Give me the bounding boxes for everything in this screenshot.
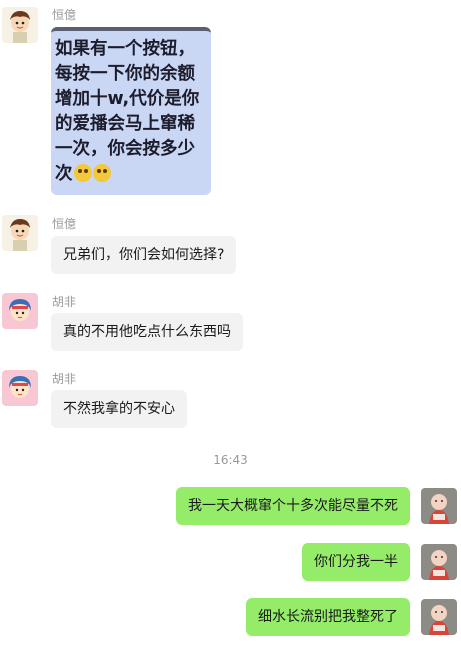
cartoon-boy-avatar-icon [2, 215, 38, 251]
avatar-self[interactable] [421, 488, 457, 524]
sender-name: 胡非 [52, 295, 77, 309]
flushed-face-emoji-icon [73, 164, 92, 182]
image-caption: 如果有一个按钮，每按一下你的余额增加十w,代价是你的爱播会马上窜稀一次，你会按多… [55, 39, 200, 184]
sender-name: 恒億 [52, 217, 77, 231]
incoming-message[interactable]: 不然我拿的不安心 [51, 390, 187, 428]
outgoing-message[interactable]: 我一天大概窜个十多次能尽量不死 [176, 487, 410, 525]
outgoing-message[interactable]: 你们分我一半 [302, 543, 410, 581]
chat-window: 恒億 如果有一个按钮，每按一下你的余额增加十w,代价是你的爱播会马上窜稀一次，你… [0, 0, 461, 659]
avatar-hufei[interactable] [2, 370, 38, 406]
avatar-hengyi[interactable] [2, 215, 38, 251]
cartoon-girl-avatar-icon [2, 370, 38, 406]
image-message-text: 如果有一个按钮，每按一下你的余额增加十w,代价是你的爱播会马上窜稀一次，你会按多… [51, 31, 211, 187]
avatar-self[interactable] [421, 544, 457, 580]
baby-photo-avatar-icon [421, 599, 457, 635]
flushed-face-emoji-icon [92, 164, 111, 182]
timestamp: 16:43 [213, 453, 248, 467]
baby-photo-avatar-icon [421, 488, 457, 524]
avatar-hengyi[interactable] [2, 7, 38, 43]
avatar-self[interactable] [421, 599, 457, 635]
incoming-message[interactable]: 真的不用他吃点什么东西吗 [51, 313, 243, 351]
sender-name: 恒億 [52, 8, 77, 22]
incoming-message[interactable]: 兄弟们，你们会如何选择? [51, 236, 237, 274]
image-message[interactable]: 如果有一个按钮，每按一下你的余额增加十w,代价是你的爱播会马上窜稀一次，你会按多… [51, 27, 211, 195]
sender-name: 胡非 [52, 372, 77, 386]
cartoon-girl-avatar-icon [2, 293, 38, 329]
avatar-hufei[interactable] [2, 293, 38, 329]
cartoon-boy-avatar-icon [2, 7, 38, 43]
outgoing-message[interactable]: 细水长流别把我整死了 [246, 598, 410, 636]
baby-photo-avatar-icon [421, 544, 457, 580]
